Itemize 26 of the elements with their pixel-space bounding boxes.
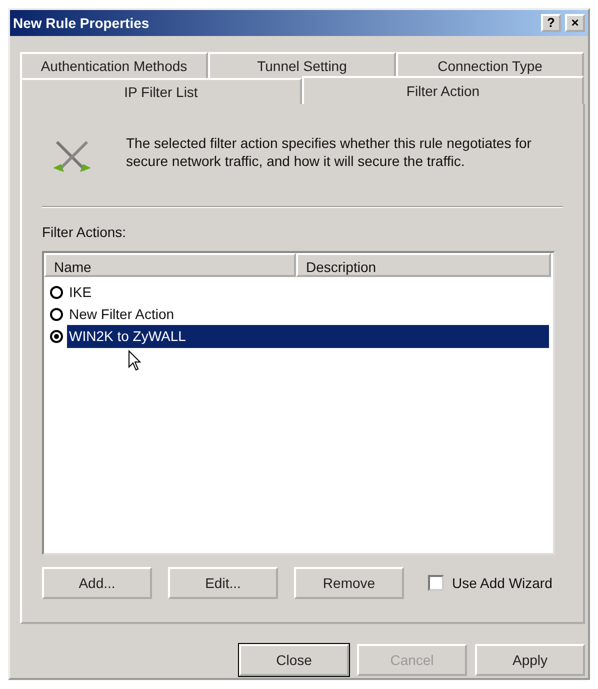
list-label: Filter Actions: (42, 223, 128, 242)
radio-button[interactable] (50, 308, 63, 320)
action-button[interactable]: Remove (294, 567, 404, 599)
radio-button[interactable] (50, 330, 63, 342)
list-item[interactable]: New Filter Action (67, 302, 176, 326)
list-item[interactable]: WIN2K to ZyWALL (67, 324, 549, 348)
window-title: New Rule Properties (13, 14, 150, 33)
description-text: The selected filter action specifies whether this rule negotiates for secure network traffic, and how it will secure the traffic. (126, 134, 532, 170)
tab[interactable]: Connection Type (396, 52, 584, 78)
dialog-button[interactable]: Apply (475, 644, 585, 676)
action-button[interactable]: Add... (42, 567, 152, 599)
mouse-pointer-icon (128, 350, 142, 372)
tab[interactable]: Filter Action (302, 76, 584, 104)
close-button[interactable]: × (565, 14, 585, 32)
list-item[interactable]: IKE (67, 280, 94, 304)
column-header[interactable]: Description (296, 253, 551, 277)
checkbox-label[interactable]: Use Add Wizard (452, 572, 552, 594)
tab[interactable]: IP Filter List (20, 78, 302, 104)
dialog-button[interactable]: Close (239, 644, 349, 676)
action-button[interactable]: Edit... (168, 567, 278, 599)
checkbox[interactable] (428, 575, 444, 591)
tab[interactable]: Authentication Methods (20, 52, 208, 78)
radio-button[interactable] (50, 286, 63, 298)
help-button[interactable]: ? (541, 14, 561, 32)
tab[interactable]: Tunnel Setting (208, 52, 396, 78)
column-header[interactable]: Name (44, 253, 296, 277)
